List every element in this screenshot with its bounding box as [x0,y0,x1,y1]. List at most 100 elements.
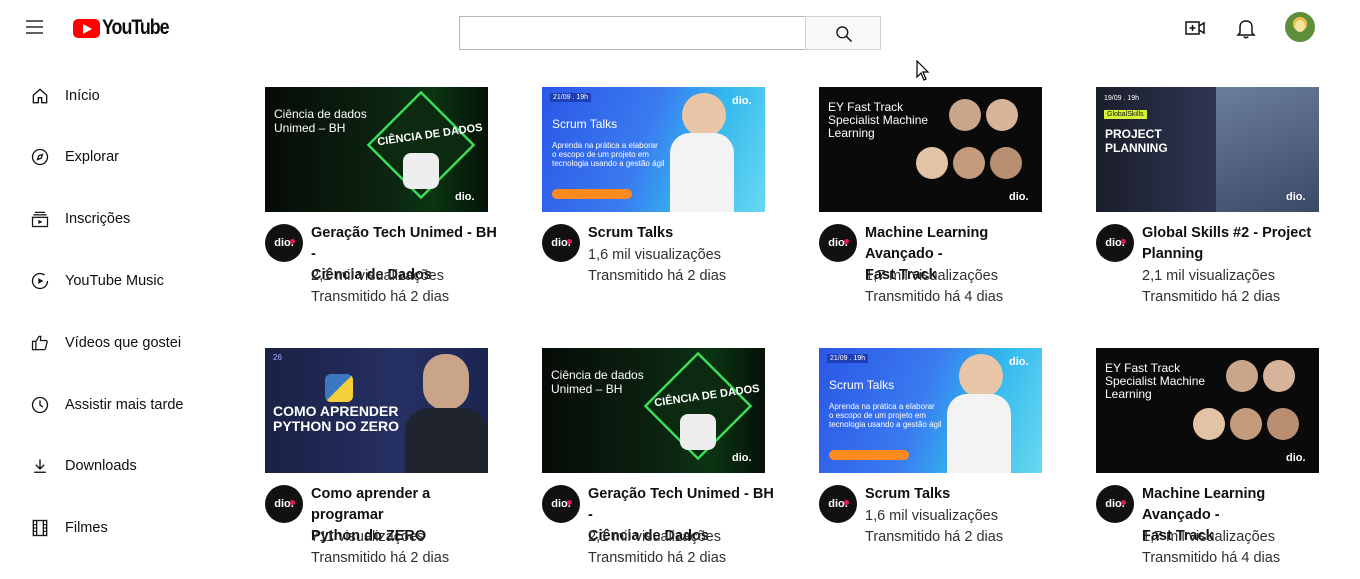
speaker-photo [1193,408,1225,440]
channel-avatar[interactable]: dio. [265,485,303,523]
presenter-face-shape [423,354,469,410]
video-card[interactable]: Ciência de dados Unimed – BH CIÊNCIA DE … [542,348,782,578]
video-title[interactable]: Scrum Talks [588,223,778,244]
thumbnail-text: Ciência de dados [274,107,367,121]
video-views: 1,6 mil visualizações [865,508,998,524]
speaker-photo [1263,360,1295,392]
video-time: Transmitido há 4 dias [865,289,1004,305]
thumbnail-text: Learning [828,126,875,140]
video-card[interactable]: EY Fast Track Specialist Machine Learnin… [1096,348,1336,578]
sidebar-item-label: Explorar [65,149,119,165]
home-icon [32,88,48,104]
thumbnail-number: 26 [273,353,282,362]
user-avatar[interactable] [1285,12,1315,42]
mouse-cursor-icon [916,60,930,81]
thumbnail-text: Learning [1105,387,1152,401]
video-thumbnail[interactable]: Ciência de dados Unimed – BH CIÊNCIA DE … [542,348,765,473]
thumbnail-date: 21/09 . 19h [827,354,869,363]
search-icon [836,26,853,43]
sidebar-item-explorar[interactable]: Explorar [0,137,230,177]
presenter-body-shape [405,408,488,473]
thumbnail-text: Ciência de dados [551,368,644,382]
video-thumbnail[interactable]: 26 COMO APRENDER PYTHON DO ZERO [265,348,488,473]
thumbnail-text: COMO APRENDER [273,403,399,419]
thumbnail-text: PROJECT [1105,127,1162,141]
video-views: 1,6 mil visualizações [588,247,721,263]
video-title-line: Como aprender a programar [311,486,431,523]
video-thumbnail[interactable]: Ciência de dados Unimed – BH CIÊNCIA DE … [265,87,488,212]
speaker-photo [990,147,1022,179]
sidebar-item-filmes[interactable]: Filmes [0,508,230,548]
thumbnail-cta-shape [829,450,909,460]
channel-avatar[interactable]: dio. [1096,224,1134,262]
sidebar-item-label: Início [65,88,100,104]
video-title-line: Global Skills #2 - Project [1142,225,1312,241]
thumbnail-date: 21/09 . 19h [550,93,592,102]
sidebar-item-downloads[interactable]: Downloads [0,446,230,486]
python-logo-icon [403,153,439,189]
video-title-line: Scrum Talks [865,486,951,502]
video-time: Transmitido há 4 dias [1142,550,1281,566]
video-card[interactable]: 19/09 . 19h GlobalSkills PROJECT PLANNIN… [1096,87,1336,317]
dio-logo: dio. [1286,452,1306,464]
notifications-bell-icon[interactable] [1234,16,1258,40]
sidebar-item-inscricoes[interactable]: Inscrições [0,199,230,239]
thumbnail-subtext: tecnologia usando a gestão ágil [552,159,665,168]
python-logo-icon [325,374,353,402]
dio-logo: dio. [732,452,752,464]
logo-text: YouTube [102,16,170,39]
video-views: 1,7 mil visualizações [865,268,998,284]
thumbnail-text: Scrum Talks [829,378,895,392]
channel-avatar[interactable]: dio. [542,485,580,523]
video-time: Transmitido há 2 dias [865,529,1004,545]
thumbnail-text: Specialist Machine [828,113,929,127]
sidebar-item-assistir-mais-tarde[interactable]: Assistir mais tarde [0,385,230,425]
thumbnail-subtext: o escopo de um projeto em [829,411,926,420]
sidebar-item-youtube-music[interactable]: YouTube Music [0,261,230,301]
video-thumbnail[interactable]: 21/09 . 19h Scrum Talks Aprenda na práti… [542,87,765,212]
speaker-photo [916,147,948,179]
video-card[interactable]: 21/09 . 19h Scrum Talks Aprenda na práti… [542,87,782,317]
video-title[interactable]: Scrum Talks [865,484,1055,505]
channel-avatar[interactable]: dio. [819,485,857,523]
channel-avatar[interactable]: dio. [265,224,303,262]
video-thumbnail[interactable]: EY Fast Track Specialist Machine Learnin… [1096,348,1319,473]
youtube-logo[interactable]: YouTube [73,16,180,40]
video-views: 1,7 mil visualizações [1142,529,1275,545]
menu-icon[interactable] [22,16,48,40]
thumbnail-subtext: Aprenda na prática a elaborar [829,402,935,411]
sidebar-item-label: YouTube Music [65,273,164,289]
presenter-body-shape [947,394,1011,473]
thumbnail-text: PYTHON DO ZERO [273,418,400,434]
video-card[interactable]: Ciência de dados Unimed – BH CIÊNCIA DE … [265,87,505,317]
video-card[interactable]: 26 COMO APRENDER PYTHON DO ZERO dio. Com… [265,348,505,578]
dio-logo: dio. [455,191,475,203]
video-card[interactable]: 21/09 . 19h Scrum Talks Aprenda na práti… [819,348,1059,578]
presenter-face-shape [682,93,726,137]
sidebar-item-videos-que-gostei[interactable]: Vídeos que gostei [0,323,230,363]
sidebar-item-inicio[interactable]: Início [0,76,230,116]
presenter-face-shape [959,354,1003,398]
speaker-photo [986,99,1018,131]
thumbnail-text: Unimed – BH [551,382,623,396]
subscriptions-icon [31,211,49,228]
search-input[interactable] [460,17,805,49]
python-logo-icon [680,414,716,450]
channel-avatar[interactable]: dio. [819,224,857,262]
video-title[interactable]: Global Skills #2 - Project Planning [1142,223,1332,265]
thumbnail-text: EY Fast Track [828,100,904,114]
search-button[interactable] [805,16,881,50]
video-views: 2,1 mil visualizações [588,529,721,545]
channel-avatar[interactable]: dio. [542,224,580,262]
video-card[interactable]: EY Fast Track Specialist Machine Learnin… [819,87,1059,317]
dio-logo: dio. [1009,356,1029,368]
video-thumbnail[interactable]: 21/09 . 19h Scrum Talks Aprenda na práti… [819,348,1042,473]
channel-avatar[interactable]: dio. [1096,485,1134,523]
video-title-line: Machine Learning Avançado - [1142,486,1266,523]
video-thumbnail[interactable]: EY Fast Track Specialist Machine Learnin… [819,87,1042,212]
video-thumbnail[interactable]: 19/09 . 19h GlobalSkills PROJECT PLANNIN… [1096,87,1319,212]
create-video-icon[interactable] [1183,16,1207,40]
thumbnail-tag: GlobalSkills [1104,110,1147,119]
speaker-photo [953,147,985,179]
thumbnail-subtext: o escopo de um projeto em [552,150,649,159]
